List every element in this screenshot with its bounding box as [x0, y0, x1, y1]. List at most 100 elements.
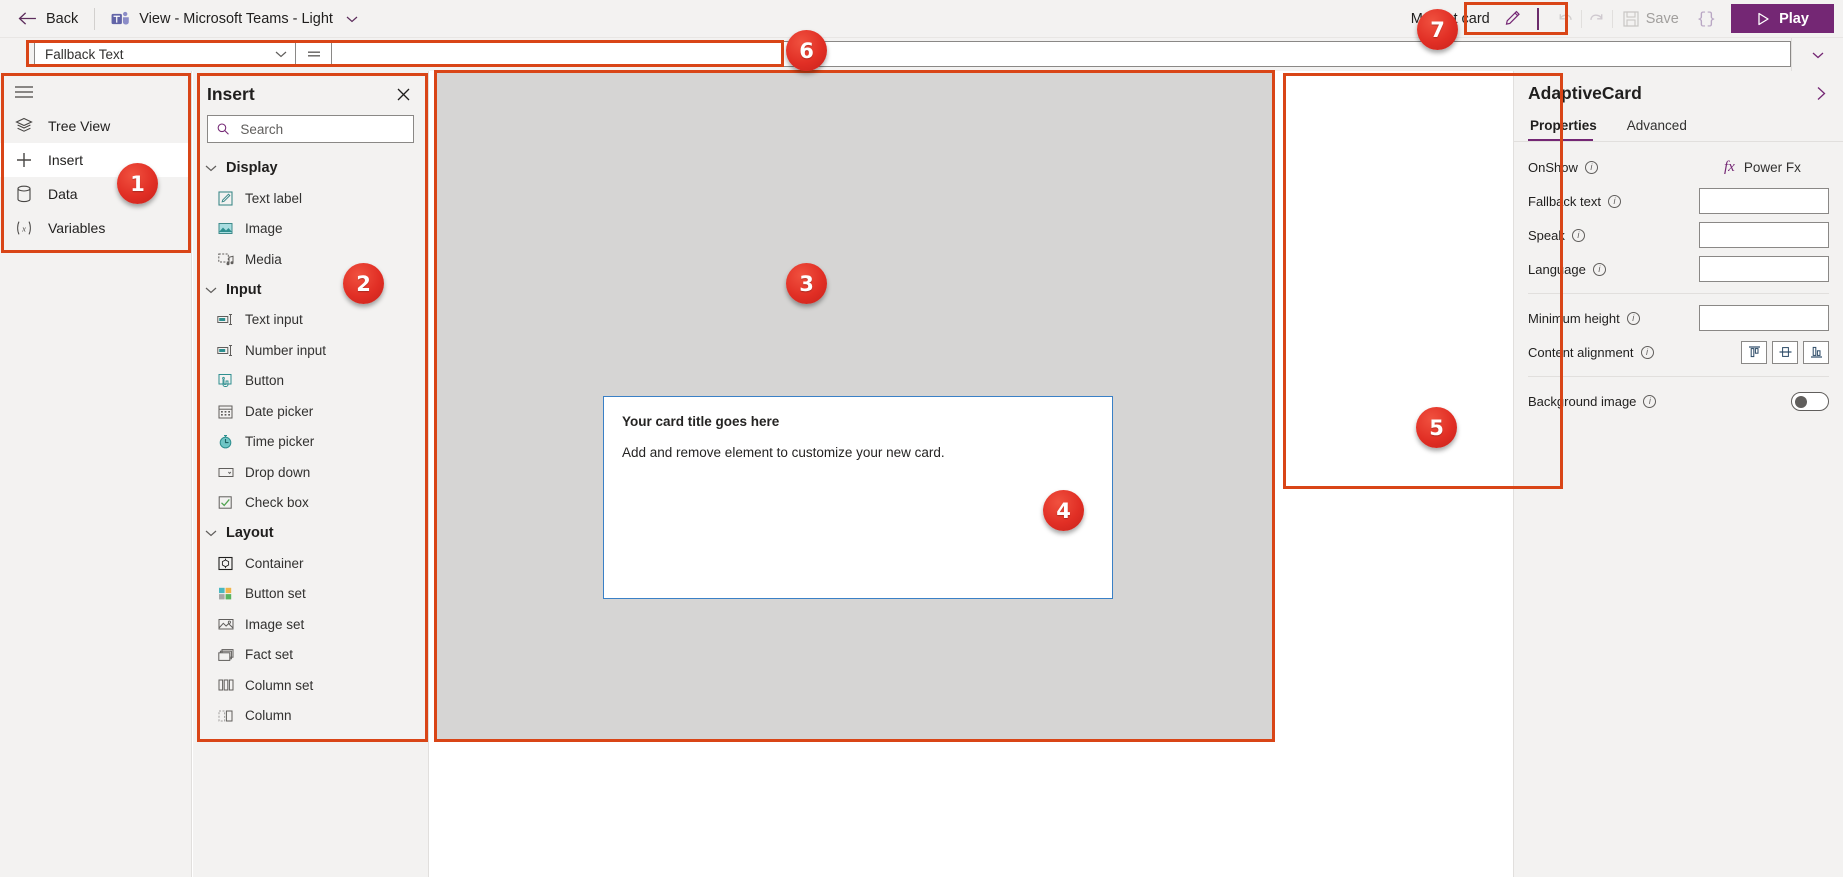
text-input-icon: [217, 311, 234, 328]
insert-item-label: Text label: [245, 190, 303, 206]
insert-group-input[interactable]: Input: [193, 275, 428, 305]
info-icon[interactable]: i: [1607, 194, 1621, 208]
equals-button[interactable]: [296, 41, 332, 67]
property-label: Content alignment: [1528, 344, 1634, 360]
insert-item-label: Image: [245, 221, 283, 237]
back-button[interactable]: Back: [0, 0, 92, 37]
insert-item-number-input[interactable]: Number input: [193, 335, 428, 366]
insert-item-column-set[interactable]: Column set: [193, 670, 428, 701]
annotation-badge-3: 3: [786, 263, 827, 304]
insert-item-column[interactable]: Column: [193, 701, 428, 732]
property-row-language: Language i: [1514, 252, 1843, 286]
insert-item-date-picker[interactable]: Date picker: [193, 396, 428, 427]
tab-label: Advanced: [1626, 118, 1687, 133]
background-image-toggle[interactable]: [1791, 391, 1829, 411]
insert-item-label: Button set: [245, 586, 306, 602]
redo-button[interactable]: [1582, 5, 1612, 33]
sidebar-item-tree-view[interactable]: Tree View: [0, 109, 191, 143]
layers-icon: [14, 116, 34, 136]
insert-item-media[interactable]: Media: [193, 244, 428, 275]
sidebar-item-variables[interactable]: x Variables: [0, 211, 191, 245]
sidebar-item-insert[interactable]: Insert: [0, 143, 191, 177]
insert-item-text-label[interactable]: Text label: [193, 183, 428, 214]
insert-item-label: Image set: [245, 616, 305, 632]
search-box[interactable]: [207, 115, 414, 143]
text-label-icon: [217, 190, 234, 207]
property-label-group: Minimum height i: [1528, 311, 1678, 326]
annotation-badge-2: 2: [343, 263, 384, 304]
toggle-knob: [1795, 395, 1807, 408]
search-icon: [217, 123, 229, 135]
power-fx-label: Power Fx: [1743, 159, 1801, 175]
insert-item-button-set[interactable]: Button set: [193, 579, 428, 610]
insert-item-label: Button: [245, 373, 285, 389]
container-icon: [217, 555, 234, 572]
minimum-height-input[interactable]: [1699, 305, 1829, 331]
insert-item-time-picker[interactable]: Time picker: [193, 427, 428, 458]
language-input[interactable]: [1699, 256, 1829, 282]
align-top-button[interactable]: [1741, 340, 1767, 364]
insert-item-image-set[interactable]: Image set: [193, 609, 428, 640]
close-icon[interactable]: [392, 83, 414, 105]
info-icon[interactable]: i: [1626, 311, 1640, 325]
sidebar-item-data[interactable]: Data: [0, 177, 191, 211]
info-icon[interactable]: i: [1640, 345, 1654, 359]
json-view-button[interactable]: {}: [1689, 5, 1724, 33]
teams-logo-icon: [111, 11, 130, 24]
speak-input[interactable]: [1699, 222, 1829, 248]
search-input[interactable]: [238, 120, 404, 138]
card-canvas[interactable]: Your card title goes here Add and remove…: [437, 72, 1272, 740]
button-icon: [217, 372, 234, 389]
app-switcher-label: View - Microsoft Teams - Light: [139, 10, 333, 27]
annotation-badge-7: 7: [1417, 9, 1458, 50]
insert-group-layout[interactable]: Layout: [193, 518, 428, 548]
insert-item-drop-down[interactable]: Drop down: [193, 457, 428, 488]
rename-card-button[interactable]: [1501, 7, 1525, 31]
insert-item-image[interactable]: Image: [193, 214, 428, 245]
undo-button[interactable]: [1551, 5, 1581, 33]
rail-menu-button[interactable]: [0, 75, 191, 109]
info-icon[interactable]: i: [1584, 160, 1598, 174]
chevron-down-icon: [275, 51, 287, 58]
chevron-right-icon[interactable]: [1811, 84, 1831, 104]
formula-bar-expand-button[interactable]: [1791, 38, 1843, 71]
insert-item-check-box[interactable]: Check box: [193, 488, 428, 519]
align-middle-button[interactable]: [1772, 340, 1798, 364]
power-fx-button[interactable]: fx Power Fx: [1724, 159, 1801, 176]
insert-group-display[interactable]: Display: [193, 153, 428, 183]
align-bottom-button[interactable]: [1803, 340, 1829, 364]
app-switcher[interactable]: View - Microsoft Teams - Light: [97, 0, 368, 37]
property-selector[interactable]: Fallback Text: [34, 41, 296, 67]
adaptive-card[interactable]: Your card title goes here Add and remove…: [603, 396, 1113, 599]
fx-icon: fx: [1724, 158, 1735, 175]
media-icon: [217, 251, 234, 268]
info-icon[interactable]: i: [1643, 394, 1657, 408]
adaptive-card-designer: Back View - Microsoft Teams - Light My f…: [0, 0, 1843, 877]
chevron-down-icon: [1812, 52, 1823, 58]
image-icon: [217, 220, 234, 237]
info-icon[interactable]: i: [1571, 228, 1585, 242]
content-alignment-group: [1741, 340, 1829, 364]
fallback-text-input[interactable]: [1699, 188, 1829, 214]
plus-icon: [14, 150, 34, 170]
insert-item-label: Date picker: [245, 403, 314, 419]
column-icon: [217, 707, 234, 724]
card-body-text: Add and remove element to customize your…: [622, 445, 945, 460]
insert-item-label: Number input: [245, 342, 327, 358]
property-label-group: Language i: [1528, 262, 1678, 277]
formula-input[interactable]: [332, 41, 1791, 67]
insert-item-button[interactable]: Button: [193, 366, 428, 397]
insert-item-label: Media: [245, 251, 282, 267]
tab-properties[interactable]: Properties: [1528, 112, 1609, 141]
insert-item-text-input[interactable]: Text input: [193, 305, 428, 336]
info-icon[interactable]: i: [1592, 262, 1606, 276]
insert-item-label: Text input: [245, 312, 303, 328]
insert-item-container[interactable]: Container: [193, 548, 428, 579]
save-button[interactable]: Save: [1613, 5, 1689, 33]
play-button[interactable]: Play: [1731, 4, 1834, 33]
properties-panel-title: AdaptiveCard: [1528, 83, 1642, 103]
tab-advanced[interactable]: Advanced: [1625, 112, 1699, 141]
insert-item-fact-set[interactable]: Fact set: [193, 640, 428, 671]
property-label: Background image: [1528, 393, 1637, 409]
tab-label: Properties: [1530, 118, 1597, 133]
